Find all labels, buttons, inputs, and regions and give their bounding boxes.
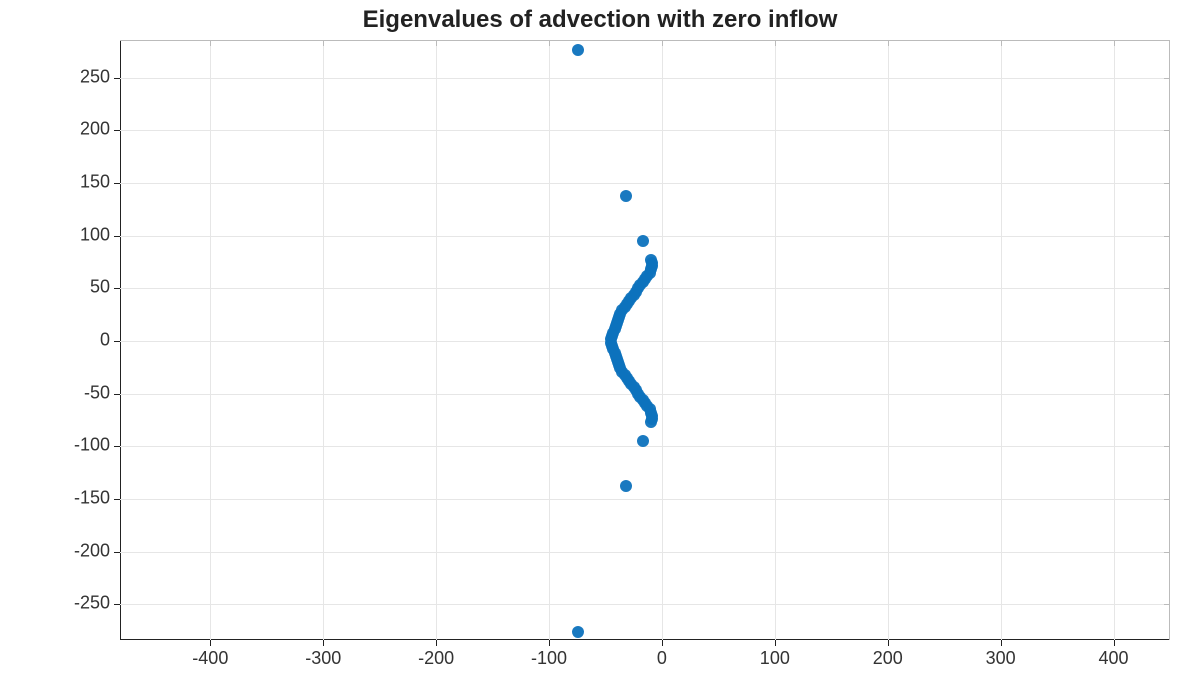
data-point [572, 626, 584, 638]
y-gridline [120, 499, 1169, 500]
x-tick [775, 640, 776, 646]
y-tick [114, 183, 120, 184]
y-tick-label: -200 [74, 540, 110, 561]
data-point [620, 480, 632, 492]
x-tick-top [549, 41, 550, 46]
data-point [637, 435, 649, 447]
x-tick [1114, 640, 1115, 646]
y-gridline [120, 78, 1169, 79]
y-tick-right [1164, 446, 1169, 447]
y-tick [114, 604, 120, 605]
y-tick-right [1164, 236, 1169, 237]
x-tick-label: 300 [986, 648, 1016, 669]
y-tick-label: -250 [74, 593, 110, 614]
x-tick [888, 640, 889, 646]
y-tick [114, 130, 120, 131]
y-gridline [120, 341, 1169, 342]
x-tick-top [323, 41, 324, 46]
x-tick-top [662, 41, 663, 46]
x-tick-label: -300 [305, 648, 341, 669]
x-tick-top [888, 41, 889, 46]
y-tick-label: -150 [74, 487, 110, 508]
data-point [637, 235, 649, 247]
y-tick [114, 288, 120, 289]
x-tick [436, 640, 437, 646]
y-tick-label: -100 [74, 435, 110, 456]
data-point [620, 190, 632, 202]
y-gridline [120, 183, 1169, 184]
y-tick [114, 499, 120, 500]
x-tick [323, 640, 324, 646]
y-tick-right [1164, 394, 1169, 395]
y-tick-right [1164, 78, 1169, 79]
x-tick-label: 0 [657, 648, 667, 669]
chart-title: Eigenvalues of advection with zero inflo… [0, 6, 1200, 34]
x-tick [210, 640, 211, 646]
y-tick-label: 100 [80, 224, 110, 245]
y-tick-right [1164, 341, 1169, 342]
y-tick-label: 200 [80, 119, 110, 140]
y-gridline [120, 552, 1169, 553]
y-tick [114, 394, 120, 395]
x-tick [1001, 640, 1002, 646]
x-tick-label: -400 [192, 648, 228, 669]
y-tick [114, 341, 120, 342]
x-tick-label: 400 [1099, 648, 1129, 669]
y-tick-right [1164, 552, 1169, 553]
y-tick-label: 250 [80, 66, 110, 87]
x-tick-top [775, 41, 776, 46]
x-tick [662, 640, 663, 646]
y-gridline [120, 130, 1169, 131]
chart-container: Eigenvalues of advection with zero inflo… [0, 0, 1200, 700]
y-tick-right [1164, 499, 1169, 500]
x-tick-label: 200 [873, 648, 903, 669]
y-gridline [120, 604, 1169, 605]
plot-area [120, 40, 1170, 640]
x-tick-top [436, 41, 437, 46]
y-tick-right [1164, 130, 1169, 131]
y-tick-right [1164, 288, 1169, 289]
y-tick [114, 552, 120, 553]
y-tick [114, 446, 120, 447]
x-tick-label: 100 [760, 648, 790, 669]
x-tick-label: -100 [531, 648, 567, 669]
y-tick-label: 0 [100, 330, 110, 351]
y-tick [114, 236, 120, 237]
x-tick-top [210, 41, 211, 46]
y-tick-label: -50 [84, 382, 110, 403]
x-tick-top [1114, 41, 1115, 46]
y-tick-right [1164, 183, 1169, 184]
x-tick-top [1001, 41, 1002, 46]
x-tick [549, 640, 550, 646]
y-tick-right [1164, 604, 1169, 605]
data-point [572, 44, 584, 56]
data-point [645, 416, 657, 428]
y-tick-label: 50 [90, 277, 110, 298]
y-tick [114, 78, 120, 79]
x-axis-line [120, 639, 1169, 640]
x-tick-label: -200 [418, 648, 454, 669]
y-tick-label: 150 [80, 172, 110, 193]
